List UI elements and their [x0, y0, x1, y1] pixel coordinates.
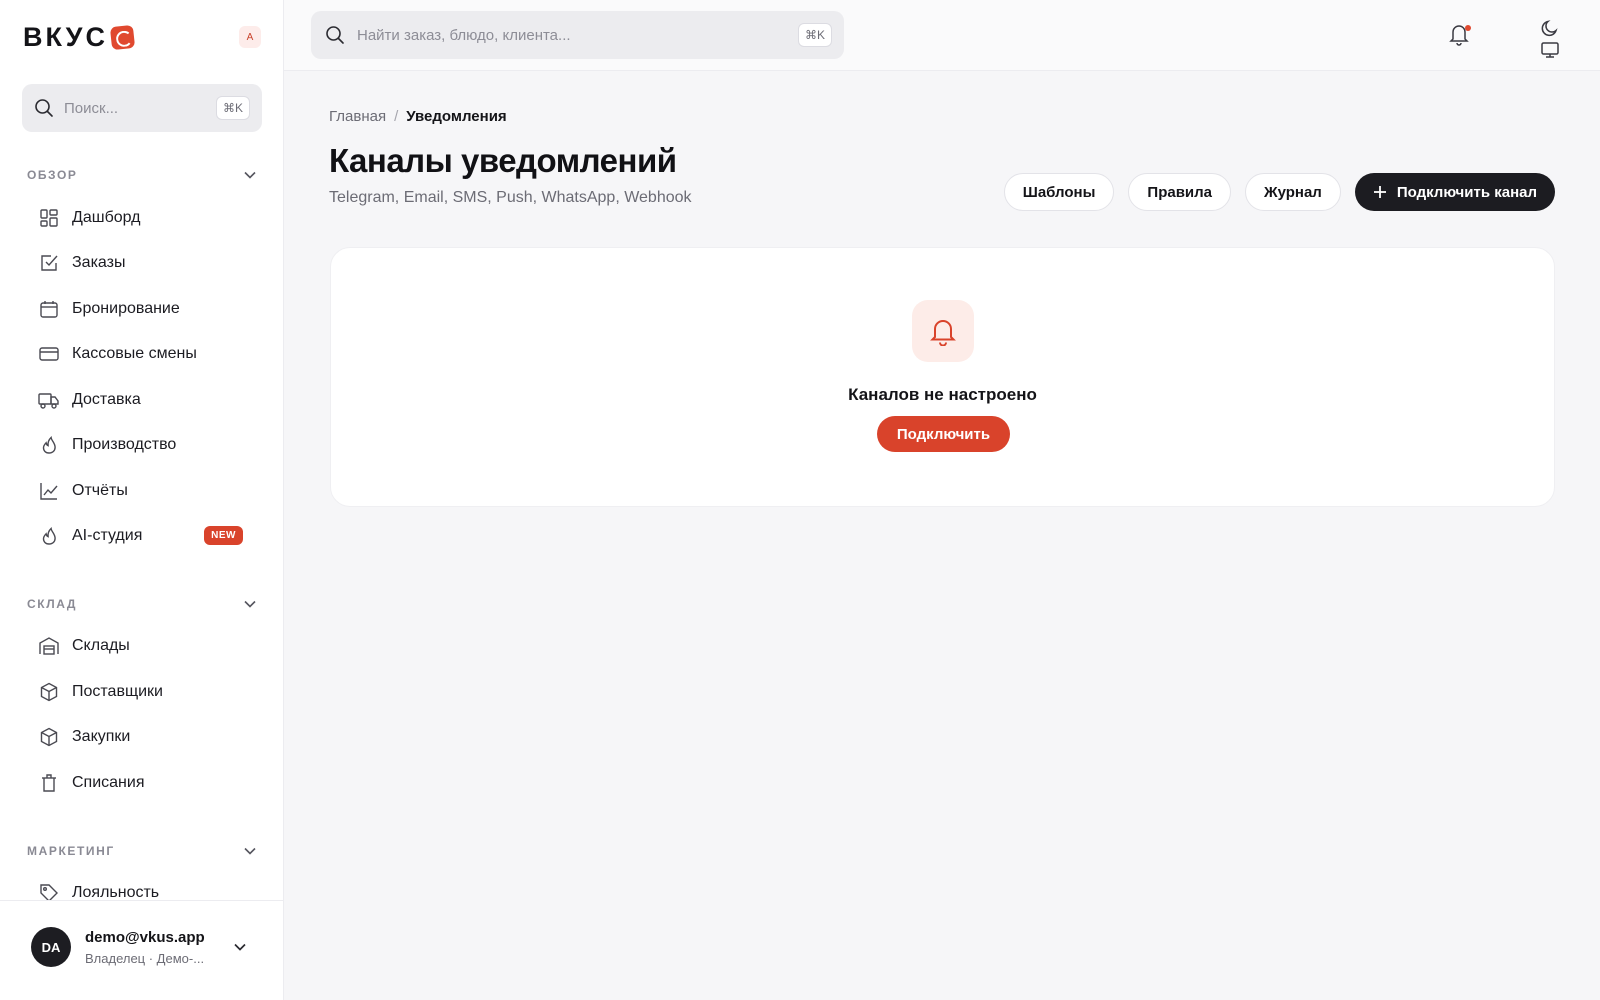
box-icon	[38, 681, 60, 703]
breadcrumb-home[interactable]: Главная	[329, 108, 386, 125]
logo-text: ВКУС	[23, 21, 108, 52]
shortcut-badge: ⌘K	[797, 23, 832, 47]
chevron-down-icon	[244, 171, 256, 179]
sidebar-item-label: Бронирование	[72, 300, 180, 317]
log-button[interactable]: Журнал	[1245, 173, 1341, 211]
sidebar-item-write-offs[interactable]: Списания	[38, 765, 248, 801]
page-subtitle: Telegram, Email, SMS, Push, WhatsApp, We…	[329, 189, 692, 206]
sidebar-item-reports[interactable]: Отчёты	[38, 473, 248, 509]
topbar: Найти заказ, блюдо, клиента... ⌘K	[284, 0, 1600, 71]
search-icon	[35, 99, 53, 117]
user-profile[interactable]: DA demo@vkus.app Владелец · Демо-...	[0, 900, 283, 1000]
truck-icon	[38, 389, 60, 411]
sidebar-item-booking[interactable]: Бронирование	[38, 291, 248, 327]
language-badge[interactable]: A	[239, 26, 261, 48]
section-title: СКЛАД	[27, 597, 78, 611]
dashboard-icon	[38, 207, 60, 229]
notification-dot	[1465, 25, 1471, 31]
avatar: DA	[31, 927, 71, 967]
sidebar-item-label: Заказы	[72, 254, 126, 271]
connect-channel-button[interactable]: Подключить канал	[1354, 173, 1555, 211]
sidebar-search-placeholder: Поиск...	[64, 99, 119, 117]
sidebar-item-label: Списания	[72, 774, 145, 791]
connect-button[interactable]: Подключить	[877, 416, 1010, 452]
sidebar-item-delivery[interactable]: Доставка	[38, 382, 248, 418]
chevron-down-icon	[244, 600, 256, 608]
sidebar-item-label: Закупки	[72, 728, 131, 745]
moon-icon[interactable]	[1540, 18, 1560, 38]
user-email: demo@vkus.app	[85, 929, 205, 946]
chevron-down-icon[interactable]	[232, 939, 248, 955]
flame-icon	[38, 434, 60, 456]
theme-switcher[interactable]	[1540, 18, 1562, 60]
user-role: Владелец · Демо-...	[85, 951, 205, 966]
sidebar-item-label: Дашборд	[72, 209, 141, 226]
sidebar-item-suppliers[interactable]: Поставщики	[38, 674, 248, 710]
empty-state-card: Каналов не настроено Подключить	[330, 247, 1555, 507]
sidebar-item-label: AI-студия	[72, 527, 143, 544]
bell-icon	[930, 320, 956, 346]
sidebar-item-ai-studio[interactable]: AI-студия NEW	[38, 518, 248, 554]
sidebar: ВКУС A Поиск... ⌘K ОБЗОР Дашборд Заказы …	[0, 0, 284, 1000]
page-actions: Шаблоны Правила Журнал Подключить канал	[1003, 173, 1555, 211]
new-badge: NEW	[204, 526, 243, 545]
breadcrumb-current: Уведомления	[406, 108, 507, 125]
sidebar-item-cash-shifts[interactable]: Кассовые смены	[38, 336, 248, 372]
chart-line-icon	[38, 480, 60, 502]
sidebar-item-label: Поставщики	[72, 683, 163, 700]
section-title: ОБЗОР	[27, 168, 78, 182]
sidebar-item-label: Склады	[72, 637, 130, 654]
card-icon	[38, 343, 60, 365]
sidebar-item-label: Отчёты	[72, 482, 128, 499]
empty-state-title: Каналов не настроено	[848, 385, 1037, 404]
logo[interactable]: ВКУС A	[23, 22, 261, 52]
section-overview-header[interactable]: ОБЗОР	[27, 165, 257, 185]
notifications-button[interactable]	[1448, 22, 1472, 48]
box-icon	[38, 726, 60, 748]
section-warehouse-header[interactable]: СКЛАД	[27, 594, 257, 614]
sidebar-item-label: Доставка	[72, 391, 141, 408]
sidebar-item-warehouses[interactable]: Склады	[38, 628, 248, 664]
templates-button[interactable]: Шаблоны	[1003, 173, 1115, 211]
flame-icon	[38, 525, 60, 547]
sidebar-item-production[interactable]: Производство	[38, 427, 248, 463]
sidebar-item-dashboard[interactable]: Дашборд	[38, 200, 248, 236]
sidebar-item-purchases[interactable]: Закупки	[38, 719, 248, 755]
trash-icon	[38, 772, 60, 794]
connect-channel-label: Подключить канал	[1396, 183, 1537, 201]
breadcrumb: Главная / Уведомления	[329, 108, 507, 125]
global-search-input[interactable]: Найти заказ, блюдо, клиента... ⌘K	[311, 11, 844, 59]
calendar-icon	[38, 298, 60, 320]
section-title: МАРКЕТИНГ	[27, 844, 115, 858]
sidebar-search-input[interactable]: Поиск... ⌘K	[22, 84, 262, 132]
rules-button[interactable]: Правила	[1128, 173, 1232, 211]
plus-icon	[1373, 186, 1386, 198]
check-square-icon	[38, 252, 60, 274]
chevron-down-icon	[244, 847, 256, 855]
empty-state-icon-box	[912, 300, 974, 362]
sidebar-item-label: Кассовые смены	[72, 345, 197, 362]
sidebar-item-orders[interactable]: Заказы	[38, 245, 248, 281]
sidebar-item-label: Производство	[72, 436, 177, 453]
section-marketing-header[interactable]: МАРКЕТИНГ	[27, 841, 257, 861]
warehouse-icon	[38, 635, 60, 657]
search-icon	[326, 26, 344, 44]
logo-mark-icon	[109, 24, 136, 50]
shortcut-badge: ⌘K	[215, 96, 250, 120]
breadcrumb-separator: /	[394, 108, 399, 125]
monitor-icon[interactable]	[1540, 40, 1560, 60]
global-search-placeholder: Найти заказ, блюдо, клиента...	[357, 26, 571, 44]
page-title: Каналы уведомлений	[329, 142, 677, 179]
